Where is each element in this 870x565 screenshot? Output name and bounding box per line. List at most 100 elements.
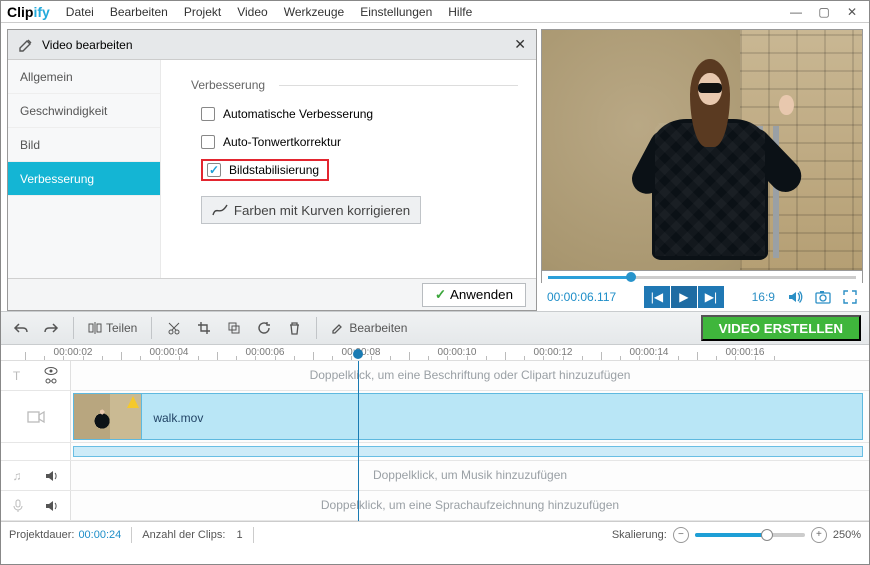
- ruler-label: 00:00:12: [534, 347, 573, 358]
- tab-bild[interactable]: Bild: [8, 128, 160, 162]
- music-icon: ♫: [13, 469, 22, 483]
- checkbox-label: Auto-Tonwertkorrektur: [223, 135, 341, 149]
- visibility-toggles[interactable]: [44, 366, 58, 386]
- fullscreen-icon[interactable]: [843, 290, 857, 304]
- apply-button[interactable]: ✓Anwenden: [422, 283, 526, 307]
- text-icon[interactable]: T: [13, 369, 20, 383]
- project-duration-label: Projektdauer:: [9, 529, 74, 541]
- audio-clip[interactable]: [73, 446, 863, 456]
- scale-label: Skalierung:: [612, 529, 667, 541]
- checkbox-label: Bildstabilisierung: [229, 163, 319, 177]
- copy-button[interactable]: [222, 316, 246, 340]
- time-ruler[interactable]: 00:00:0200:00:0400:00:0600:00:0800:00:10…: [1, 345, 869, 361]
- video-track-icon: [27, 410, 45, 424]
- curves-button[interactable]: Farben mit Kurven korrigieren: [201, 196, 421, 224]
- edit-icon: [18, 37, 34, 53]
- clip-count: 1: [236, 529, 242, 541]
- rotate-button[interactable]: [252, 316, 276, 340]
- menu-datei[interactable]: Datei: [58, 5, 102, 19]
- caption-hint[interactable]: Doppelklick, um eine Beschriftung oder C…: [71, 361, 869, 389]
- crop-button[interactable]: [192, 316, 216, 340]
- edit-video-panel: Video bearbeiten ✕ Allgemein Geschwindig…: [7, 29, 537, 311]
- delete-button[interactable]: [282, 316, 306, 340]
- menu-video[interactable]: Video: [229, 5, 275, 19]
- form-area: Verbesserung Automatische VerbesserungAu…: [160, 60, 536, 278]
- ruler-label: 00:00:14: [630, 347, 669, 358]
- scrub-handle[interactable]: [626, 272, 636, 282]
- menu-hilfe[interactable]: Hilfe: [440, 5, 480, 19]
- split-button[interactable]: Teilen: [84, 316, 141, 340]
- checkbox[interactable]: [207, 163, 221, 177]
- snapshot-icon[interactable]: [815, 290, 831, 304]
- tab-verbesserung[interactable]: Verbesserung: [8, 162, 160, 196]
- voice-hint[interactable]: Doppelklick, um eine Sprachaufzeichnung …: [71, 491, 869, 519]
- undo-button[interactable]: [9, 316, 33, 340]
- scrub-bar[interactable]: [541, 271, 863, 283]
- clip-thumbnail: [74, 394, 142, 439]
- tab-geschwindigkeit[interactable]: Geschwindigkeit: [8, 94, 160, 128]
- curves-icon: [212, 203, 228, 217]
- checkbox-row[interactable]: Bildstabilisierung: [201, 158, 518, 182]
- play-button[interactable]: ▶: [671, 286, 697, 308]
- video-track: walk.mov: [1, 391, 869, 443]
- caption-track: T Doppelklick, um eine Beschriftung oder…: [1, 361, 869, 391]
- checkbox-row[interactable]: Auto-Tonwertkorrektur: [201, 130, 518, 154]
- check-icon: ✓: [435, 287, 446, 303]
- tab-allgemein[interactable]: Allgemein: [8, 60, 160, 94]
- create-video-button[interactable]: VIDEO ERSTELLEN: [701, 315, 861, 341]
- ruler-label: 00:00:04: [150, 347, 189, 358]
- window-minimize-button[interactable]: —: [785, 4, 807, 20]
- app-brand: Clipify: [7, 4, 50, 20]
- music-hint[interactable]: Doppelklick, um Musik hinzuzufügen: [71, 461, 869, 489]
- aspect-ratio[interactable]: 16:9: [752, 290, 775, 304]
- timeline-toolbar: Teilen Bearbeiten VIDEO ERSTELLEN: [1, 311, 869, 345]
- speaker-icon[interactable]: [45, 500, 59, 512]
- music-track: ♫ Doppelklick, um Musik hinzuzufügen: [1, 461, 869, 491]
- menu-bearbeiten[interactable]: Bearbeiten: [102, 5, 176, 19]
- playhead[interactable]: [358, 361, 359, 521]
- window-maximize-button[interactable]: ▢: [813, 4, 835, 20]
- panel-title-bar: Video bearbeiten ✕: [8, 30, 536, 60]
- highlighted-option: Bildstabilisierung: [201, 159, 329, 181]
- menu-werkzeuge[interactable]: Werkzeuge: [276, 5, 352, 19]
- cut-button[interactable]: [162, 316, 186, 340]
- side-tabs: Allgemein Geschwindigkeit Bild Verbesser…: [8, 60, 160, 278]
- ruler-label: 00:00:16: [726, 347, 765, 358]
- mic-icon: [12, 499, 24, 513]
- checkbox[interactable]: [201, 107, 215, 121]
- redo-button[interactable]: [39, 316, 63, 340]
- zoom-slider[interactable]: [695, 533, 805, 537]
- menubar: Clipify Datei Bearbeiten Projekt Video W…: [1, 1, 869, 23]
- prev-button[interactable]: |◀: [644, 286, 670, 308]
- ruler-label: 00:00:10: [438, 347, 477, 358]
- next-button[interactable]: ▶|: [698, 286, 724, 308]
- ruler-label: 00:00:02: [54, 347, 93, 358]
- preview-panel: 00:00:06.117 |◀ ▶ ▶| 16:9: [541, 29, 863, 311]
- zoom-value: 250%: [833, 529, 861, 541]
- video-clip[interactable]: walk.mov: [73, 393, 863, 440]
- zoom-in-button[interactable]: +: [811, 527, 827, 543]
- menu-projekt[interactable]: Projekt: [176, 5, 229, 19]
- video-audio-track: [1, 443, 869, 461]
- timeline-tracks: T Doppelklick, um eine Beschriftung oder…: [1, 361, 869, 521]
- preview-controls: 00:00:06.117 |◀ ▶ ▶| 16:9: [541, 283, 863, 311]
- checkbox-row[interactable]: Automatische Verbesserung: [201, 102, 518, 126]
- video-preview[interactable]: [541, 29, 863, 271]
- panel-title: Video bearbeiten: [42, 38, 133, 52]
- clip-count-label: Anzahl der Clips:: [142, 529, 225, 541]
- panel-close-button[interactable]: ✕: [514, 36, 526, 53]
- edit-button[interactable]: Bearbeiten: [327, 316, 411, 340]
- timecode: 00:00:06.117: [547, 290, 616, 304]
- window-close-button[interactable]: ✕: [841, 4, 863, 20]
- zoom-out-button[interactable]: −: [673, 527, 689, 543]
- project-duration: 00:00:24: [78, 529, 121, 541]
- warning-icon: [127, 396, 139, 408]
- voice-track: Doppelklick, um eine Sprachaufzeichnung …: [1, 491, 869, 521]
- apply-bar: ✓Anwenden: [8, 278, 536, 310]
- zoom-knob[interactable]: [761, 529, 773, 541]
- menu-einstellungen[interactable]: Einstellungen: [352, 5, 440, 19]
- ruler-label: 00:00:06: [246, 347, 285, 358]
- speaker-icon[interactable]: [45, 470, 59, 482]
- volume-icon[interactable]: [787, 289, 803, 305]
- checkbox[interactable]: [201, 135, 215, 149]
